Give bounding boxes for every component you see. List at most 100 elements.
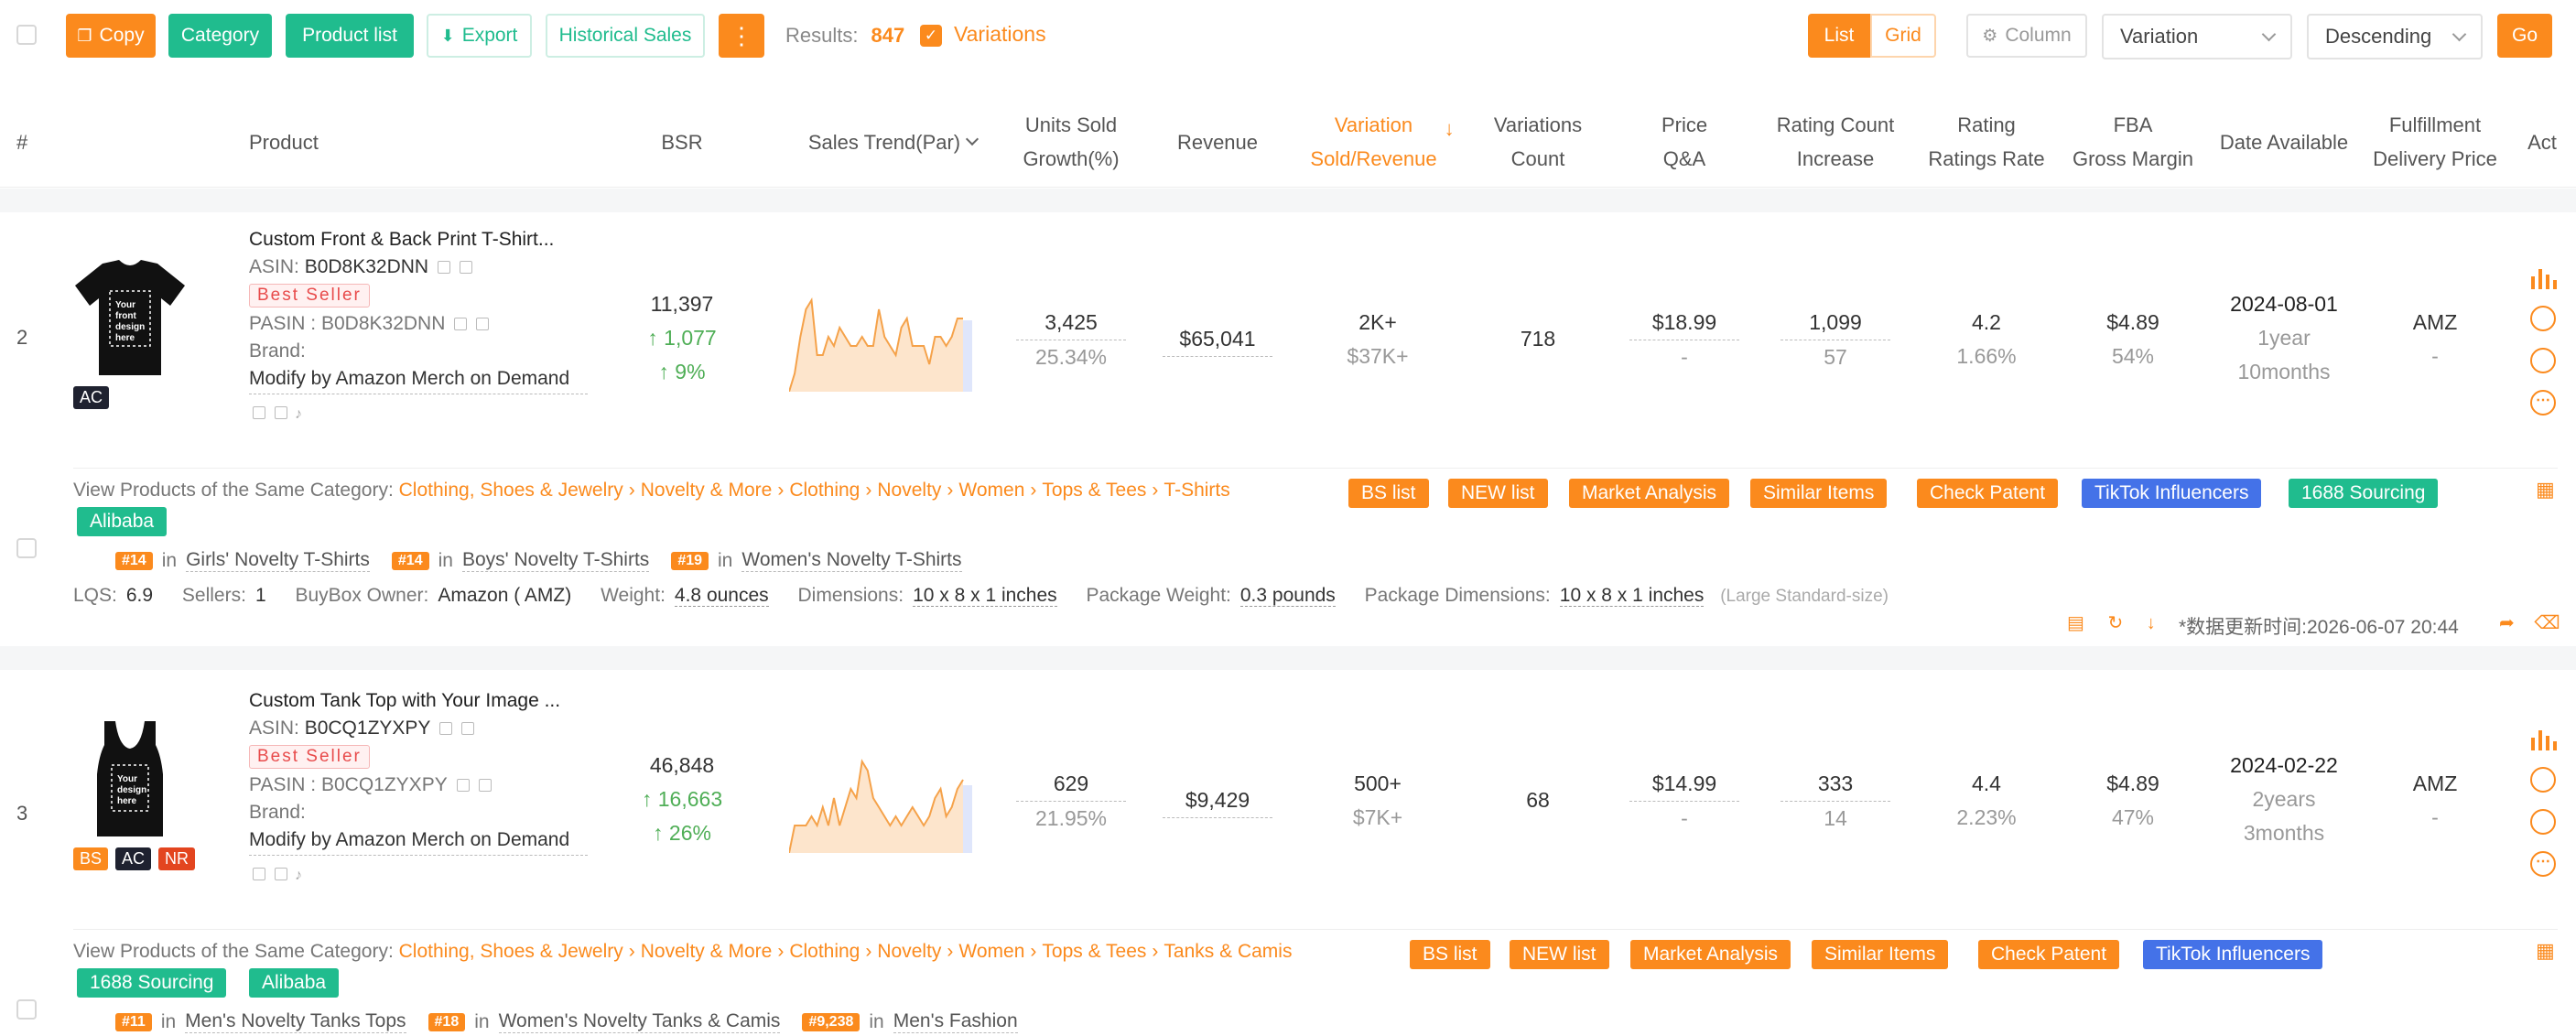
variation-sold-cell: 500+ $7K+ [1352, 772, 1403, 829]
tiktok-influencers-button[interactable]: TikTok Influencers [2082, 479, 2262, 508]
copy-icon[interactable] [454, 318, 468, 331]
col-bsr[interactable]: BSR [641, 96, 723, 188]
product-list-button[interactable]: Product list [286, 14, 414, 58]
alibaba-button[interactable]: Alibaba [249, 968, 340, 998]
update-time: *数据更新时间:2026-06-07 20:44 [2179, 617, 2459, 638]
col-variation-sold[interactable]: Variation Sold/Revenue ↓ [1300, 96, 1465, 188]
tag-bs: BS [73, 847, 109, 870]
trend-svg [789, 759, 972, 853]
share-icon[interactable] [275, 868, 287, 881]
refresh-icon[interactable]: ↻ [2107, 613, 2123, 633]
download-icon[interactable]: ↓ [2147, 613, 2156, 633]
brand-name[interactable]: Modify by Amazon Merch on Demand [249, 366, 588, 394]
col-rating-count[interactable]: Rating Count Increase [1758, 96, 1913, 188]
new-list-button[interactable]: NEW list [1448, 479, 1548, 508]
col-sales-trend[interactable]: Sales Trend(Par) [796, 96, 989, 188]
category-line: View Products of the Same Category: Clot… [73, 480, 1230, 501]
product-details-line: LQS: 6.9 Sellers: 1 BuyBox Owner: Amazon ( … [73, 585, 1889, 607]
rating-cell: 4.4 2.23% [1956, 772, 2017, 829]
grid-view-button[interactable]: Grid [1870, 14, 1936, 58]
share-icon[interactable] [461, 722, 475, 736]
list-view-button[interactable]: List [1808, 14, 1870, 58]
col-revenue[interactable]: Revenue [1163, 96, 1272, 188]
row-checkbox[interactable] [16, 999, 37, 1020]
target-icon[interactable] [2530, 809, 2556, 835]
trend-area [789, 300, 963, 392]
col-fulfillment[interactable]: Fulfillment Delivery Price [2362, 96, 2508, 188]
brand-label: Brand: [249, 802, 306, 823]
sourcing-1688-button[interactable]: 1688 Sourcing [2289, 479, 2439, 508]
tiktok-icon[interactable]: ♪ [295, 868, 302, 883]
calculator-icon[interactable]: ▦ [2536, 939, 2555, 963]
market-analysis-button[interactable]: Market Analysis [1569, 479, 1730, 508]
row-checkbox[interactable] [16, 538, 37, 558]
brand-name[interactable]: Modify by Amazon Merch on Demand [249, 827, 588, 856]
bs-list-button[interactable]: BS list [1410, 940, 1490, 969]
history-icon[interactable]: ▤ [2067, 613, 2084, 633]
col-fba[interactable]: FBA Gross Margin [2060, 96, 2206, 188]
table-row: 3 Your design here BS AC NR Custom Tank … [0, 670, 2576, 1036]
col-price[interactable]: Price Q&A [1629, 96, 1739, 188]
variations-checkbox[interactable]: ✓ [920, 25, 942, 47]
location-icon[interactable] [2530, 767, 2556, 793]
more-button[interactable]: ⋮ [719, 14, 764, 58]
sort-field-select[interactable]: Variation [2102, 14, 2292, 59]
product-title[interactable]: Custom Front & Back Print T-Shirt... [249, 229, 588, 251]
target-icon[interactable] [2530, 348, 2556, 373]
alibaba-button[interactable]: Alibaba [77, 507, 168, 536]
bs-list-button[interactable]: BS list [1348, 479, 1429, 508]
copy-icon[interactable] [253, 868, 265, 881]
rating-cell: 4.2 1.66% [1956, 310, 2017, 368]
calculator-icon[interactable]: ▦ [2536, 478, 2555, 502]
share-icon[interactable] [478, 779, 492, 793]
go-button[interactable]: Go [2497, 14, 2552, 58]
brand-label: Brand: [249, 340, 306, 362]
select-all-checkbox[interactable] [16, 25, 37, 45]
delete-icon[interactable]: ⌫ [2534, 613, 2560, 633]
col-date-available[interactable]: Date Available [2206, 96, 2362, 188]
check-patent-button[interactable]: Check Patent [1917, 479, 2059, 508]
col-product[interactable]: Product [249, 96, 432, 188]
market-analysis-button[interactable]: Market Analysis [1630, 940, 1791, 969]
fba-cell: $4.89 54% [2106, 310, 2159, 368]
more-options-icon[interactable]: ⋯ [2530, 390, 2556, 415]
copy-icon[interactable] [456, 779, 470, 793]
col-units-sold[interactable]: Units Sold Growth(%) [1007, 96, 1135, 188]
check-patent-button[interactable]: Check Patent [1978, 940, 2120, 969]
product-title[interactable]: Custom Tank Top with Your Image ... [249, 690, 588, 712]
copy-button[interactable]: ❐ Copy [66, 14, 156, 58]
row-divider [73, 468, 2558, 469]
chevron-down-icon [2261, 27, 2277, 42]
product-image[interactable]: Your front design here [73, 258, 187, 383]
share-icon[interactable] [275, 406, 287, 420]
similar-items-button[interactable]: Similar Items [1750, 479, 1888, 508]
historical-sales-button[interactable]: Historical Sales [546, 14, 705, 58]
similar-items-button[interactable]: Similar Items [1812, 940, 1949, 969]
column-button[interactable]: ⚙ Column [1966, 14, 2087, 58]
sales-trend-chart[interactable] [789, 293, 972, 392]
copy-icon[interactable] [438, 261, 451, 275]
share-icon[interactable] [460, 261, 473, 275]
copy-icon[interactable] [439, 722, 453, 736]
copy-icon[interactable] [253, 406, 265, 420]
more-options-icon[interactable]: ⋯ [2530, 851, 2556, 877]
new-list-button[interactable]: NEW list [1510, 940, 1609, 969]
share-icon[interactable]: ➦ [2499, 613, 2515, 633]
chart-icon[interactable] [2528, 728, 2558, 750]
sourcing-1688-button[interactable]: 1688 Sourcing [77, 968, 227, 998]
results-count: Results: 847 [785, 24, 905, 47]
col-variations-count[interactable]: Variations Count [1474, 96, 1602, 188]
sort-order-select[interactable]: Descending [2307, 14, 2483, 59]
chart-icon[interactable] [2528, 267, 2558, 289]
category-button[interactable]: Category [168, 14, 272, 58]
product-image[interactable]: Your design here [92, 719, 168, 844]
share-icon[interactable] [476, 318, 490, 331]
location-icon[interactable] [2530, 306, 2556, 331]
tiktok-icon[interactable]: ♪ [295, 406, 302, 422]
col-rating[interactable]: Rating Ratings Rate [1922, 96, 2051, 188]
export-button[interactable]: ⬇ Export [427, 14, 532, 58]
price-cell: $14.99 - [1629, 767, 1739, 836]
row-divider [73, 929, 2558, 930]
sales-trend-chart[interactable] [789, 754, 972, 853]
tiktok-influencers-button[interactable]: TikTok Influencers [2143, 940, 2323, 969]
